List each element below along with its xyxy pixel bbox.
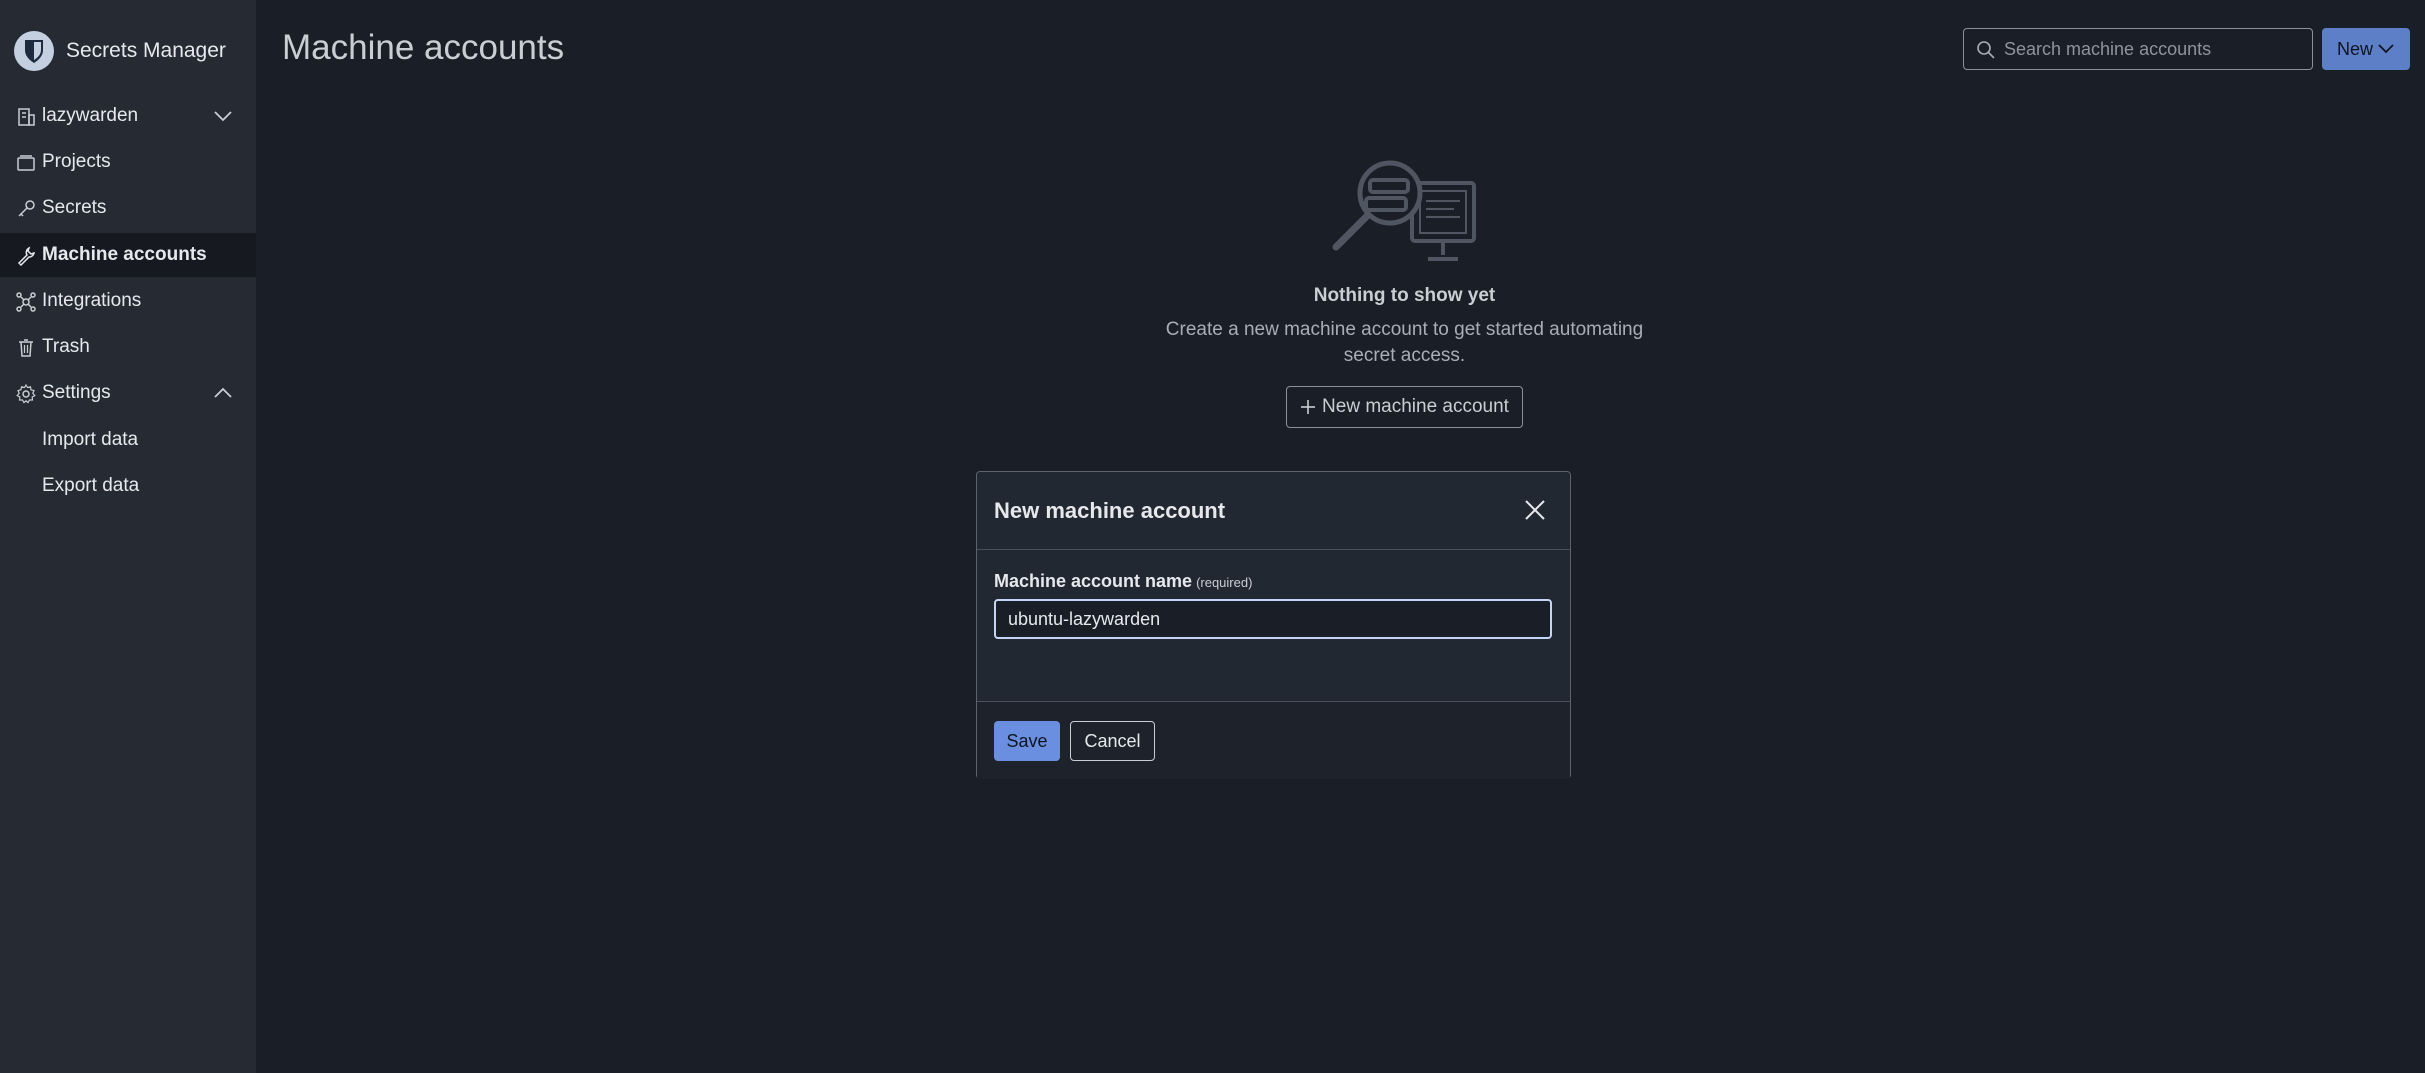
sidebar-item-machine-accounts[interactable]: Machine accounts xyxy=(0,233,256,277)
building-icon xyxy=(18,108,35,126)
sidebar-item-label: Projects xyxy=(42,151,111,172)
sidebar-item-label: Export data xyxy=(42,475,140,496)
bitwarden-shield-icon xyxy=(14,31,54,71)
sidebar-item-label: Machine accounts xyxy=(42,244,207,265)
plus-icon xyxy=(1301,400,1316,414)
empty-search-illustration-icon xyxy=(1332,160,1476,261)
org-switcher[interactable]: lazywarden xyxy=(0,94,256,138)
chevron-down-icon xyxy=(214,111,232,122)
empty-state-title: Nothing to show yet xyxy=(1313,285,1496,306)
brand[interactable]: Secrets Manager xyxy=(14,30,226,72)
gear-icon xyxy=(16,384,36,404)
dialog-title: New machine account xyxy=(994,498,1226,523)
dialog-header: New machine account xyxy=(977,472,1570,550)
sidebar-item-label: Secrets xyxy=(42,197,107,218)
sidebar-item-export-data[interactable]: Export data xyxy=(0,464,256,508)
new-button-label: New xyxy=(2336,38,2373,59)
search-input[interactable] xyxy=(2004,29,2304,69)
save-button[interactable]: Save xyxy=(994,721,1060,761)
org-name: lazywarden xyxy=(42,105,139,126)
sidebar-item-projects[interactable]: Projects xyxy=(0,140,256,184)
close-icon[interactable] xyxy=(1523,498,1547,522)
machine-account-name-label: Machine account name (required) xyxy=(994,571,1252,592)
sidebar-item-settings[interactable]: Settings xyxy=(0,371,256,415)
machine-account-name-input[interactable] xyxy=(994,599,1552,639)
chevron-down-icon xyxy=(2378,44,2394,54)
page-title: Machine accounts xyxy=(282,28,565,67)
sidebar-item-label: Settings xyxy=(42,382,111,403)
new-machine-account-label: New machine account xyxy=(1322,396,1509,417)
new-machine-account-dialog: New machine account Machine account name… xyxy=(976,471,1571,779)
new-machine-account-button[interactable]: New machine account xyxy=(1286,386,1523,428)
sidebar-item-integrations[interactable]: Integrations xyxy=(0,279,256,323)
sidebar-item-label: Integrations xyxy=(42,290,142,311)
field-label-text: Machine account name xyxy=(994,571,1193,591)
sidebar: Secrets Manager lazywarden Projects Secr… xyxy=(0,0,256,1073)
search-icon xyxy=(1977,41,1995,59)
search-box[interactable] xyxy=(1963,28,2313,70)
sidebar-item-secrets[interactable]: Secrets xyxy=(0,186,256,230)
dialog-body: Machine account name (required) xyxy=(977,551,1570,701)
projects-icon xyxy=(17,155,35,171)
key-icon xyxy=(18,200,35,217)
app-name: Secrets Manager xyxy=(66,39,226,62)
integrations-icon xyxy=(16,292,36,312)
required-hint: (required) xyxy=(1196,575,1253,590)
app-root: Secrets Manager lazywarden Projects Secr… xyxy=(0,0,2425,1073)
cancel-button[interactable]: Cancel xyxy=(1070,721,1155,761)
sidebar-item-label: Import data xyxy=(42,429,139,450)
new-button[interactable]: New xyxy=(2322,28,2410,70)
sidebar-item-import-data[interactable]: Import data xyxy=(0,418,256,462)
sidebar-item-trash[interactable]: Trash xyxy=(0,325,256,369)
wrench-icon xyxy=(17,246,35,266)
trash-icon xyxy=(19,339,33,357)
chevron-up-icon xyxy=(214,387,232,398)
sidebar-item-label: Trash xyxy=(42,336,90,357)
empty-state-description: Create a new machine account to get star… xyxy=(1165,319,1644,366)
dialog-footer: Save Cancel xyxy=(977,701,1570,779)
